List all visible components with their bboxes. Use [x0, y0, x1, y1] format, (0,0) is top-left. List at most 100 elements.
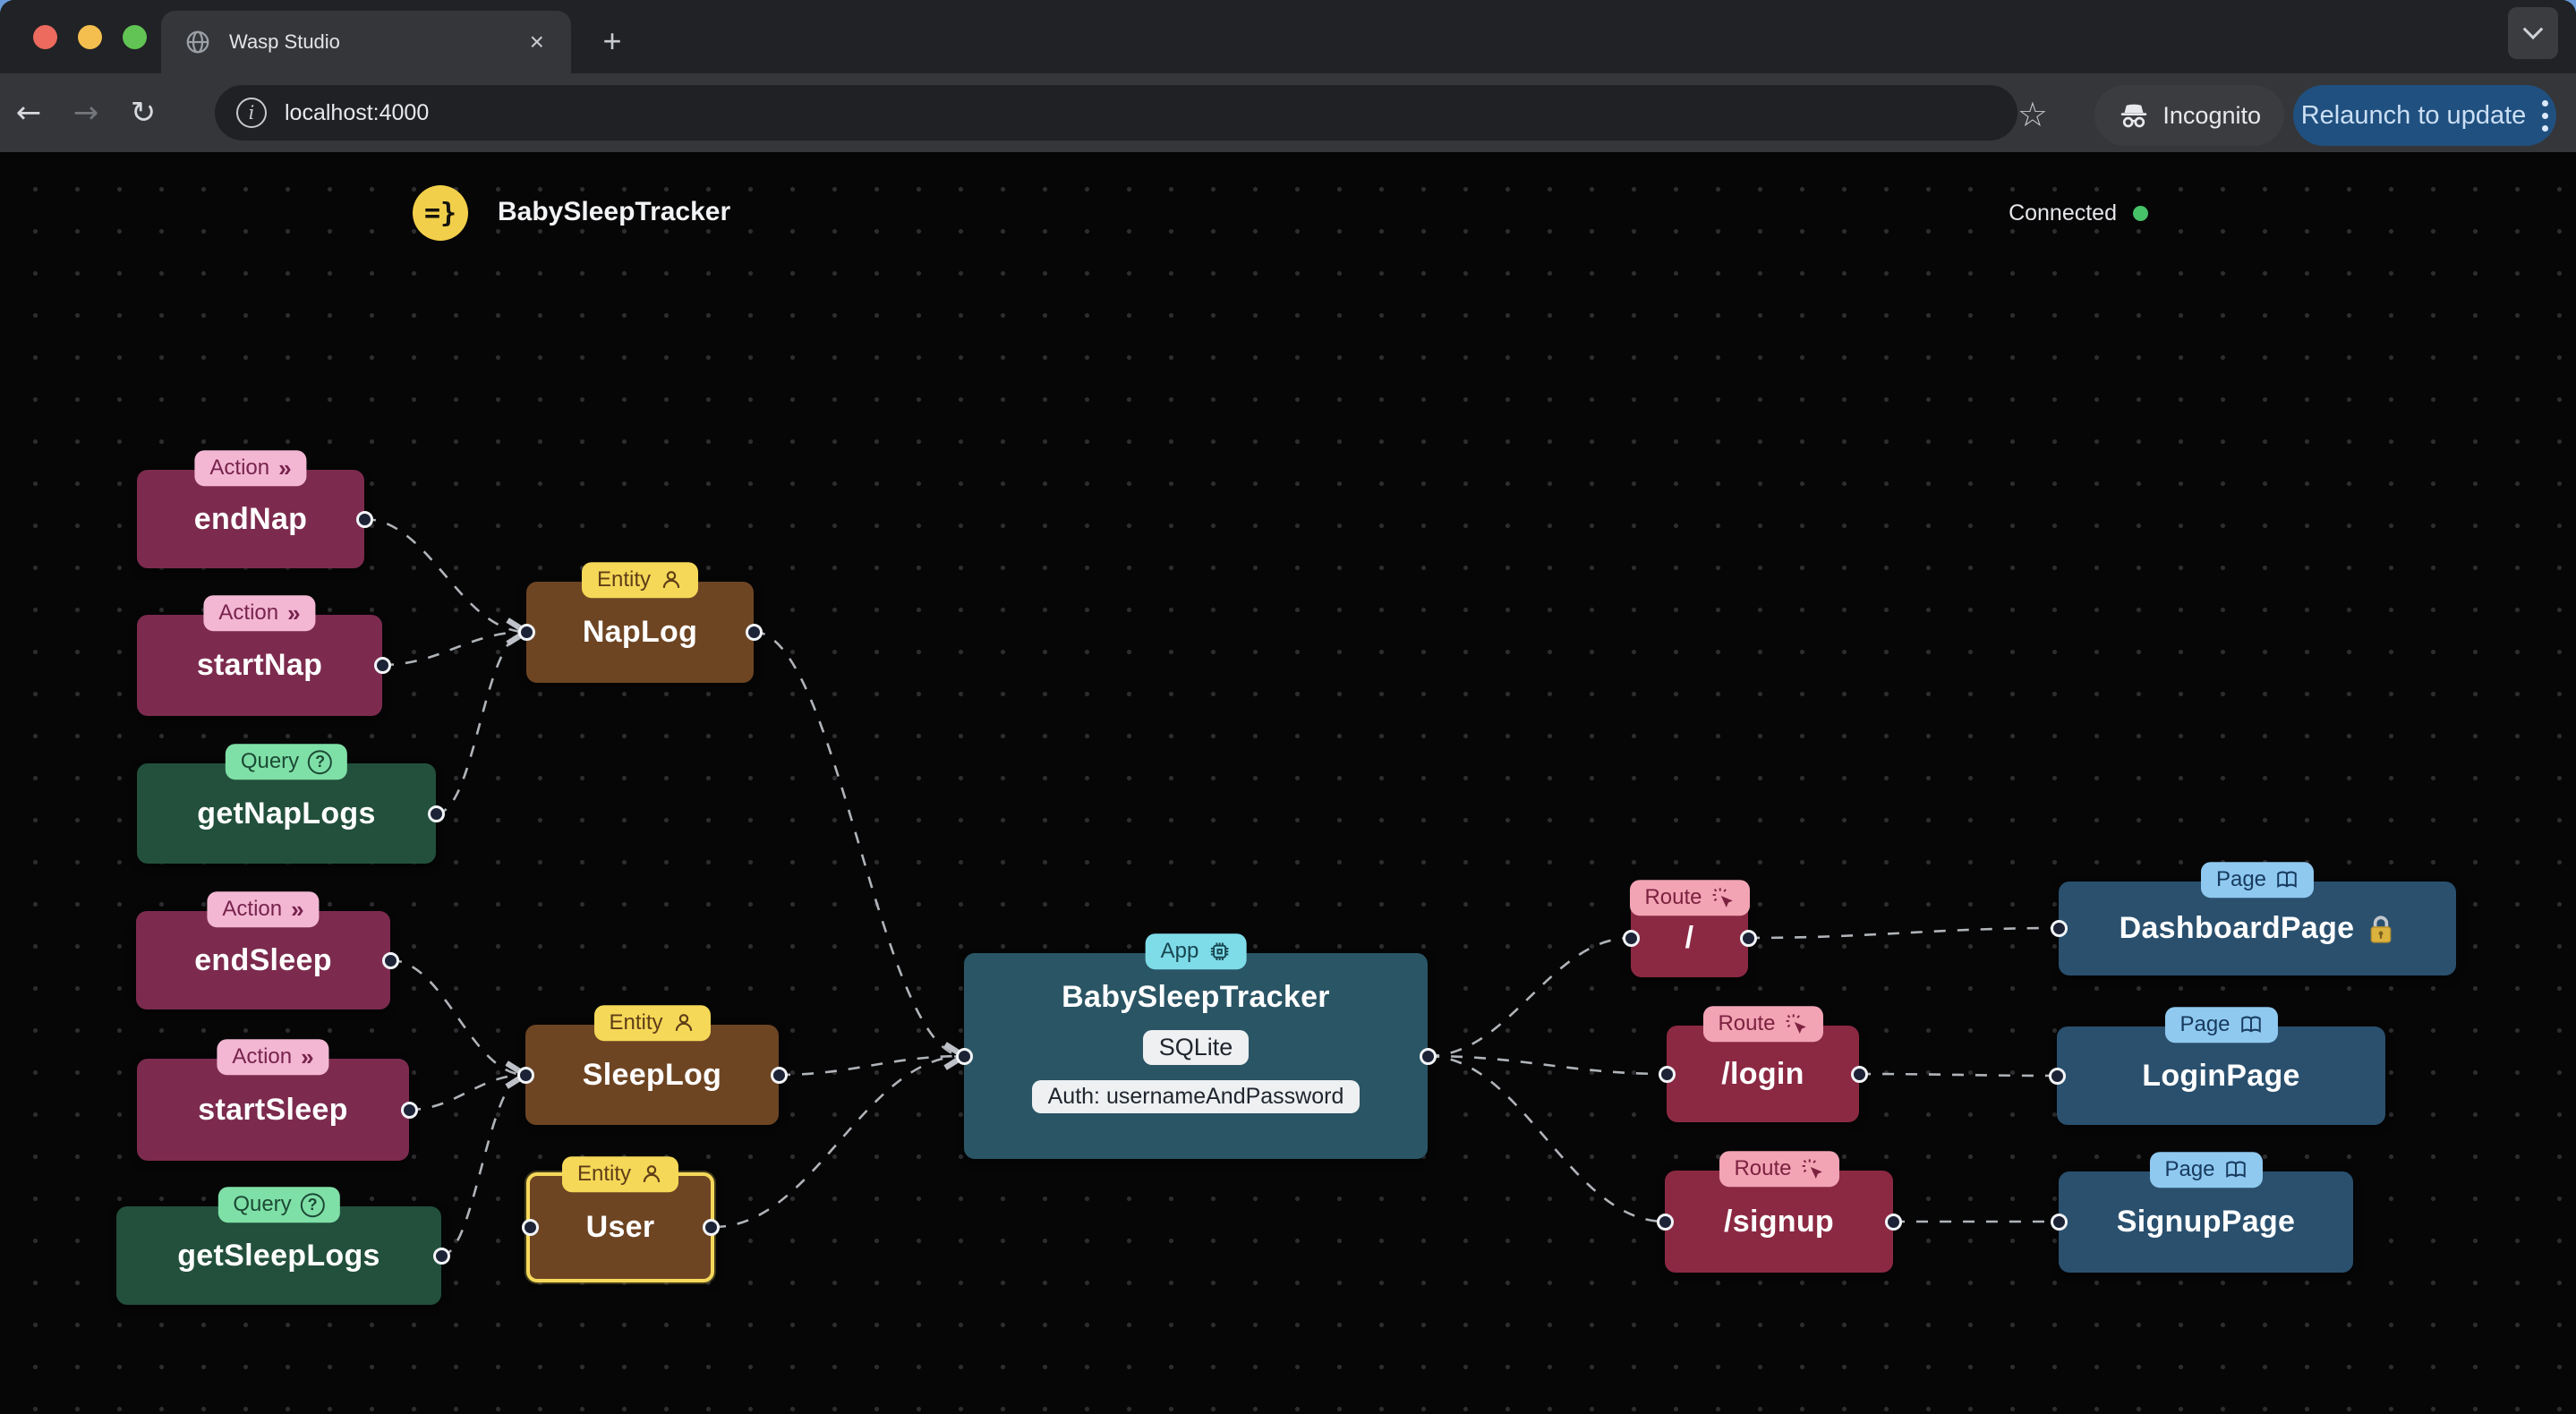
auth-lock-icon [2371, 915, 2392, 943]
node-label: /signup [1724, 1204, 1834, 1239]
node-query-getsleeplogs[interactable]: Query ? getSleepLogs [116, 1187, 450, 1305]
connection-handle-right[interactable] [373, 657, 391, 674]
node-action-endnap[interactable]: Action » endNap [137, 450, 373, 568]
connection-handle-right[interactable] [1850, 1065, 1868, 1083]
node-query-getnaplogs[interactable]: Query ? getNapLogs [137, 744, 445, 864]
person-icon [662, 571, 680, 589]
tab-search-button[interactable] [2508, 7, 2558, 59]
connection-handle-left[interactable] [2050, 920, 2068, 937]
connection-handle-left[interactable] [1658, 1065, 1676, 1083]
connection-handle-right[interactable] [770, 1066, 788, 1084]
badge-label: Page [2179, 1012, 2231, 1037]
node-page-signup[interactable]: Page SignupPage [2050, 1152, 2353, 1273]
connection-handle-right[interactable] [355, 510, 373, 528]
browser-menu-kebab-icon[interactable] [2542, 99, 2549, 132]
badge-label: Page [2164, 1157, 2215, 1182]
question-circle-icon: ? [308, 749, 333, 774]
node-label: LoginPage [2142, 1058, 2300, 1093]
relaunch-label: Relaunch to update [2300, 100, 2527, 130]
connection-handle-right[interactable] [381, 951, 399, 969]
badge-label: App [1160, 939, 1199, 964]
open-book-icon [2277, 871, 2297, 889]
connection-handle-right[interactable] [427, 805, 445, 822]
connection-handle-left[interactable] [521, 1219, 539, 1236]
cursor-click-icon [1786, 1014, 1806, 1035]
reload-button[interactable]: ↻ [115, 95, 172, 131]
node-entity-naplog[interactable]: Entity NapLog [517, 562, 763, 683]
action-type-badge: Action » [194, 450, 307, 487]
connection-handle-right[interactable] [400, 1101, 418, 1119]
node-label: getSleepLogs [177, 1238, 380, 1273]
back-button[interactable]: ← [0, 95, 57, 131]
action-type-badge: Action » [207, 891, 320, 928]
connection-handle-left[interactable] [1656, 1213, 1674, 1231]
maximize-window-button[interactable] [123, 25, 147, 49]
question-circle-icon: ? [300, 1192, 325, 1217]
close-window-button[interactable] [33, 25, 57, 49]
chevron-down-icon [2522, 19, 2544, 40]
wasp-logo-icon: =} [413, 185, 468, 241]
badge-label: Route [1734, 1156, 1792, 1181]
badge-label: Entity [576, 1162, 632, 1187]
query-type-badge: Query ? [218, 1187, 340, 1223]
node-label: / [1685, 921, 1694, 955]
connection-handle-left[interactable] [2048, 1067, 2066, 1085]
window-controls [33, 25, 147, 49]
node-label: endNap [193, 501, 308, 536]
minimize-window-button[interactable] [78, 25, 102, 49]
connection-handle-right[interactable] [745, 624, 763, 641]
new-tab-button[interactable]: + [591, 20, 634, 63]
action-chevrons-icon: » [301, 1043, 314, 1071]
forward-button[interactable]: → [57, 95, 115, 131]
connection-handle-left[interactable] [955, 1047, 973, 1065]
site-info-icon[interactable]: i [236, 98, 267, 128]
node-action-endsleep[interactable]: Action » endSleep [136, 891, 399, 1009]
connection-handle-left[interactable] [517, 624, 535, 641]
connection-handle-left[interactable] [2050, 1214, 2068, 1231]
connection-handle-right[interactable] [1739, 930, 1757, 947]
node-label: startSleep [198, 1092, 348, 1127]
node-page-login[interactable]: Page LoginPage [2048, 1007, 2385, 1125]
badge-label: Route [1718, 1011, 1776, 1036]
node-label: NapLog [582, 615, 698, 649]
node-route-root[interactable]: Route / [1622, 880, 1757, 977]
action-type-badge: Action » [217, 1039, 329, 1076]
badge-label: Query [240, 749, 300, 774]
node-label: /login [1721, 1056, 1804, 1091]
node-label: SleepLog [582, 1057, 722, 1092]
person-icon [675, 1014, 692, 1032]
node-route-login[interactable]: Route /login [1658, 1006, 1868, 1122]
app-type-badge: App [1145, 933, 1247, 970]
node-action-startsleep[interactable]: Action » startSleep [137, 1039, 418, 1161]
bookmark-star-icon[interactable]: ☆ [2017, 95, 2048, 134]
node-label: SignupPage [2116, 1205, 2296, 1239]
entity-type-badge: Entity [593, 1005, 711, 1042]
tab-title: Wasp Studio [229, 30, 340, 53]
node-label: getNapLogs [197, 796, 376, 831]
connection-status-label: Connected [2009, 200, 2117, 226]
globe-favicon-icon [186, 30, 209, 54]
cpu-chip-icon [1210, 942, 1229, 961]
connection-handle-right[interactable] [432, 1247, 450, 1265]
connection-handle-right[interactable] [1884, 1213, 1902, 1231]
query-type-badge: Query ? [225, 744, 348, 780]
node-route-signup[interactable]: Route /signup [1656, 1151, 1902, 1273]
route-type-badge: Route [1629, 880, 1750, 916]
connection-handle-left[interactable] [1622, 930, 1640, 947]
node-entity-sleeplog[interactable]: Entity SleepLog [516, 1005, 788, 1125]
browser-window: Wasp Studio × + ← → ↻ i localhost:4000 ☆… [0, 0, 2576, 1414]
page-title: BabySleepTracker [498, 197, 731, 226]
url-bar[interactable]: i localhost:4000 [215, 85, 2017, 141]
relaunch-to-update-button[interactable]: Relaunch to update [2293, 85, 2556, 146]
browser-tab[interactable]: Wasp Studio × [161, 11, 571, 73]
connection-handle-right[interactable] [1419, 1047, 1437, 1065]
close-tab-icon[interactable]: × [526, 30, 548, 55]
action-chevrons-icon: » [291, 896, 304, 924]
node-page-dashboard[interactable]: Page DashboardPage [2050, 862, 2456, 975]
connection-handle-right[interactable] [702, 1219, 720, 1236]
node-action-startnap[interactable]: Action » startNap [137, 595, 391, 716]
node-app-babysleeptracker[interactable]: App BabySleepTracker SQLite Auth: userna… [955, 933, 1437, 1159]
badge-label: Entity [596, 567, 652, 592]
connection-handle-left[interactable] [516, 1066, 534, 1084]
node-entity-user[interactable]: Entity User [521, 1156, 720, 1282]
